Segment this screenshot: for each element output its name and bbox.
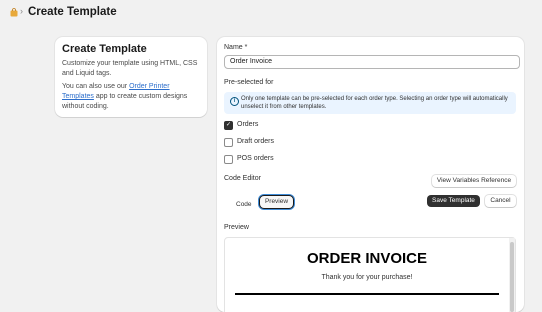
scrollbar-thumb[interactable] bbox=[510, 242, 514, 312]
info-card: Create Template Customize your template … bbox=[55, 37, 207, 117]
invoice-thank-you: Thank you for your purchase! bbox=[321, 274, 413, 281]
invoice-title: ORDER INVOICE bbox=[306, 250, 427, 267]
custom-design-note: You can also use our Order Printer Templ… bbox=[62, 82, 202, 112]
code-editor-label: Code Editor bbox=[224, 175, 261, 182]
checkbox-pos-orders[interactable] bbox=[224, 155, 233, 164]
cancel-button[interactable]: Cancel bbox=[485, 195, 516, 207]
template-form-card: Name * Order Invoice Pre-selected for i … bbox=[217, 37, 524, 312]
info-title: Create Template bbox=[62, 43, 147, 55]
preselected-label: Pre-selected for bbox=[224, 79, 274, 86]
info-description: Customize your template using HTML, CSS … bbox=[62, 60, 198, 77]
preview-scrollbar[interactable] bbox=[509, 238, 515, 312]
checkbox-draft-orders[interactable] bbox=[224, 138, 233, 147]
custom-note-prefix: You can also use our bbox=[62, 83, 130, 90]
name-label: Name * bbox=[224, 44, 248, 51]
store-bag-icon[interactable] bbox=[10, 8, 18, 17]
name-input[interactable]: Order Invoice bbox=[224, 55, 520, 69]
breadcrumb-separator: › bbox=[20, 6, 23, 16]
banner-text: Only one template can be pre-selected fo… bbox=[241, 96, 508, 110]
info-banner: i Only one template can be pre-selected … bbox=[224, 92, 516, 114]
info-icon: i bbox=[230, 97, 239, 106]
checkbox-label: Draft orders bbox=[237, 138, 274, 145]
tab-preview[interactable]: Preview bbox=[259, 195, 294, 209]
checkbox-label: POS orders bbox=[237, 155, 274, 162]
preview-label: Preview bbox=[224, 224, 249, 231]
preview-frame: ORDER INVOICE Thank you for your purchas… bbox=[224, 237, 516, 312]
checkbox-orders[interactable]: ✓ bbox=[224, 121, 233, 130]
invoice-divider bbox=[235, 293, 499, 295]
save-template-button[interactable]: Save Template bbox=[427, 195, 480, 207]
tab-code[interactable]: Code bbox=[236, 201, 252, 208]
view-variables-button[interactable]: View Variables Reference bbox=[432, 175, 516, 187]
top-bar: › Create Template bbox=[0, 0, 542, 28]
checkbox-label: Orders bbox=[237, 121, 259, 128]
page-title: Create Template bbox=[28, 6, 117, 18]
